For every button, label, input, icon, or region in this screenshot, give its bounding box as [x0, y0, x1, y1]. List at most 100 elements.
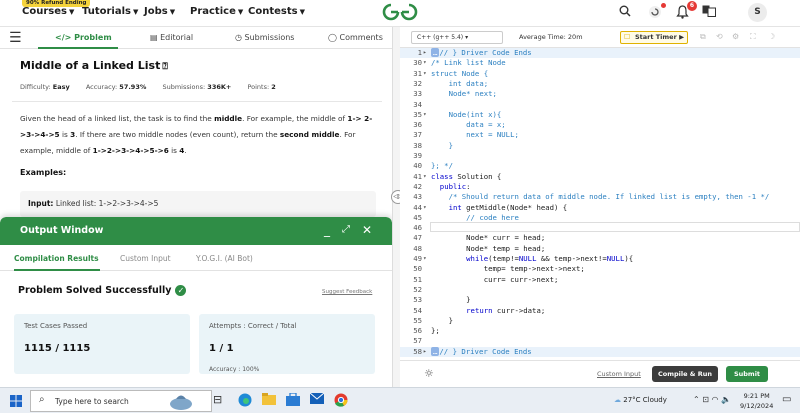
output-window: Output Window _ ⤢ ✕ Compilation Results …: [0, 217, 392, 387]
line-number: 37: [413, 130, 422, 140]
menu-icon[interactable]: ☰: [9, 30, 22, 46]
code-line[interactable]: 38 }: [400, 141, 800, 151]
tab-submissions[interactable]: ◷ Submissions: [235, 33, 294, 42]
code-line[interactable]: 50 temp= temp->next->next;: [400, 264, 800, 274]
nav-tutorials[interactable]: Tutorials ▼: [82, 6, 138, 17]
code-line[interactable]: 57: [400, 336, 800, 346]
top-nav: 90% Refund Ending Courses ▼ Tutorials ▼ Jo…: [0, 0, 800, 27]
search-icon: ⌕: [39, 394, 45, 405]
chrome-icon[interactable]: [334, 393, 348, 410]
store-icon[interactable]: [286, 392, 300, 409]
active-tab-indicator: [38, 47, 118, 49]
code-line[interactable]: 56};: [400, 326, 800, 336]
code-text: struct Node {: [431, 68, 489, 78]
nav-courses[interactable]: Courses ▼: [22, 6, 74, 17]
tab-comments[interactable]: ◯ Comments: [328, 33, 383, 42]
attempts-value: 1 / 1: [209, 343, 234, 354]
code-line[interactable]: 39: [400, 151, 800, 161]
edge-browser-icon[interactable]: [238, 393, 252, 410]
suggest-feedback-link[interactable]: Suggest Feedback: [322, 289, 372, 295]
compile-run-button[interactable]: Compile & Run: [652, 366, 718, 382]
theme-icon[interactable]: ☽: [768, 32, 775, 41]
fold-icon[interactable]: ▾: [423, 69, 431, 79]
line-number: 46: [413, 223, 422, 233]
code-line[interactable]: 53 }: [400, 295, 800, 305]
tab-custom-input[interactable]: Custom Input: [120, 254, 171, 263]
code-text: data = x;: [431, 120, 506, 130]
code-line[interactable]: 49 ▾ while(temp!=NULL && temp->next!=NULL…: [400, 254, 800, 264]
code-line[interactable]: 44 ▾ int getMiddle(Node* head) {: [400, 203, 800, 213]
close-icon[interactable]: ✕: [362, 223, 372, 237]
sun-icon[interactable]: ☼: [424, 367, 434, 380]
wifi-icon: ◠: [711, 395, 719, 404]
fold-icon[interactable]: ▸: [423, 347, 431, 357]
problem-meta: Difficulty: Easy Accuracy: 57.93% Submis…: [20, 83, 276, 91]
weather-widget[interactable]: ☁ 27°C Cloudy: [614, 396, 667, 404]
fold-icon[interactable]: ▾: [423, 110, 431, 120]
volume-icon: 🔈: [721, 395, 731, 404]
copy-icon[interactable]: ⧉: [700, 32, 706, 42]
windows-start-icon[interactable]: [10, 395, 22, 410]
notification-center-icon[interactable]: ▭: [782, 394, 791, 405]
code-line[interactable]: 47 Node* curr = head;: [400, 233, 800, 243]
code-line[interactable]: 42 public:: [400, 182, 800, 192]
code-line[interactable]: 43 /* Should return data of middle node.…: [400, 192, 800, 202]
code-line[interactable]: 36 data = x;: [400, 120, 800, 130]
tab-yogi-ai-bot[interactable]: Y.O.G.I. (AI Bot): [196, 254, 253, 263]
code-line[interactable]: 40}; */: [400, 161, 800, 171]
mail-icon[interactable]: [309, 392, 325, 407]
system-tray[interactable]: ⌃ ⊡ ◠ 🔈: [693, 395, 731, 404]
settings-icon[interactable]: ⚙: [732, 32, 739, 41]
minimize-icon[interactable]: _: [324, 223, 330, 237]
task-view-icon[interactable]: ⊟: [213, 393, 222, 406]
reset-icon[interactable]: ⟲: [716, 32, 723, 41]
tab-editorial[interactable]: ▤ Editorial: [150, 33, 193, 42]
custom-input-link[interactable]: Custom Input: [597, 370, 641, 378]
network-icon: ⊡: [702, 395, 709, 404]
clock[interactable]: 9:21 PM 9/12/2024: [740, 391, 773, 411]
tab-compilation-results[interactable]: Compilation Results: [14, 254, 99, 263]
code-text: class Solution {: [431, 171, 502, 181]
code-line[interactable]: 54 return curr->data;: [400, 306, 800, 316]
fold-icon[interactable]: ▾: [423, 254, 431, 264]
streak-icon[interactable]: [648, 5, 662, 22]
fold-icon[interactable]: ▾: [423, 172, 431, 182]
code-line[interactable]: 35 ▾ Node(int x){: [400, 110, 800, 120]
code-line[interactable]: 48 Node* temp = head;: [400, 244, 800, 254]
nav-contests[interactable]: Contests ▼: [248, 6, 305, 17]
site-logo[interactable]: [380, 1, 420, 28]
code-line[interactable]: 37 next = NULL;: [400, 130, 800, 140]
fold-icon[interactable]: ▾: [423, 203, 431, 213]
code-line[interactable]: 34: [400, 100, 800, 110]
code-line[interactable]: 33 Node* next;: [400, 89, 800, 99]
code-line[interactable]: 30 ▾/* Link list Node: [400, 58, 800, 68]
file-explorer-icon[interactable]: [262, 393, 276, 408]
fold-icon[interactable]: ▾: [423, 58, 431, 68]
start-timer-button[interactable]: ☐ Start Timer ▶: [620, 31, 688, 44]
accuracy-value: Accuracy : 100%: [209, 366, 260, 373]
code-line[interactable]: 32 int data;: [400, 79, 800, 89]
submit-button[interactable]: Submit: [726, 366, 768, 382]
expand-icon[interactable]: ⤢: [342, 224, 350, 235]
translate-icon[interactable]: [702, 5, 716, 20]
code-line[interactable]: 51 curr= curr->next;: [400, 275, 800, 285]
code-line[interactable]: 31 ▾ struct Node {: [400, 69, 800, 79]
fullscreen-icon[interactable]: ⛶: [750, 32, 756, 42]
panel-splitter[interactable]: [392, 27, 400, 387]
code-editor[interactable]: 1 ▸…// } Driver Code Ends 30 ▾/* Link list …: [400, 48, 800, 360]
code-line[interactable]: 1 ▸…// } Driver Code Ends: [400, 48, 800, 59]
code-line[interactable]: 58 ▸…// } Driver Code Ends: [400, 346, 800, 357]
nav-practice[interactable]: Practice ▼: [190, 6, 243, 17]
code-line[interactable]: 52: [400, 285, 800, 295]
line-number: 42: [413, 181, 422, 191]
nav-jobs[interactable]: Jobs ▼: [144, 6, 175, 17]
bookmark-icon[interactable]: ⍰: [162, 62, 167, 72]
fold-icon[interactable]: ▸: [423, 48, 431, 58]
language-select[interactable]: C++ (g++ 5.4) ▾: [411, 31, 503, 44]
tab-problem[interactable]: </> Problem: [55, 33, 112, 42]
search-icon[interactable]: [619, 5, 631, 20]
code-text: /* Should return data of middle node. If…: [448, 192, 770, 202]
code-line[interactable]: 55 }: [400, 316, 800, 326]
code-line[interactable]: 41 ▾ class Solution {: [400, 172, 800, 182]
avatar[interactable]: S: [748, 3, 767, 22]
